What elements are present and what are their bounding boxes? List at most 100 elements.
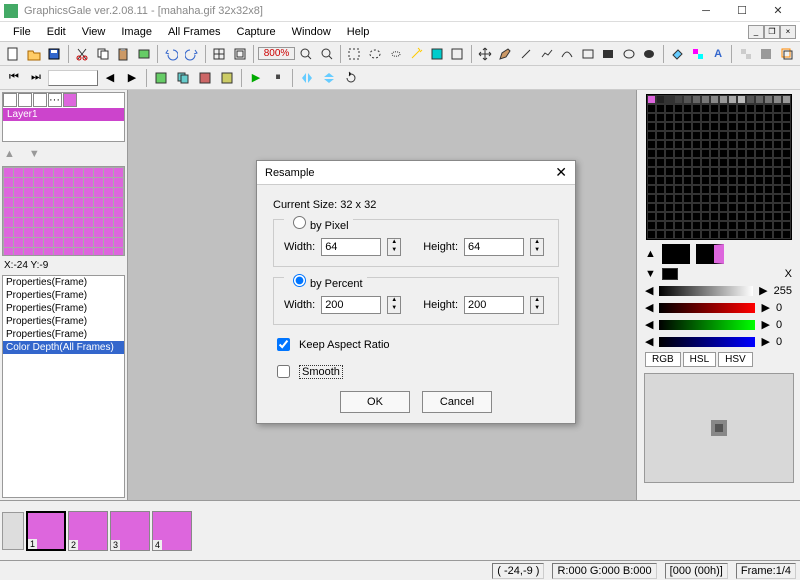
zoom-level[interactable]: 800% — [258, 47, 295, 60]
text-tool-icon[interactable]: A — [709, 44, 728, 64]
frame-thumb[interactable]: 2 — [68, 511, 108, 551]
frame-thumb[interactable]: 1 — [26, 511, 66, 551]
menu-edit[interactable]: Edit — [40, 24, 73, 40]
rotate-icon[interactable] — [341, 68, 361, 88]
import-image-icon[interactable] — [134, 44, 153, 64]
new-file-icon[interactable] — [4, 44, 23, 64]
next-page-icon[interactable]: ⏭ — [26, 68, 46, 88]
oval-tool-icon[interactable] — [620, 44, 639, 64]
palette[interactable] — [646, 94, 792, 240]
pixel-height-input[interactable] — [464, 238, 524, 256]
layer-link-icon[interactable] — [33, 93, 47, 107]
history-item[interactable]: Color Depth(All Frames) — [3, 341, 124, 354]
line-tool-icon[interactable] — [517, 44, 536, 64]
tab-hsl[interactable]: HSL — [683, 352, 716, 367]
rect-tool-icon[interactable] — [578, 44, 597, 64]
copy-icon[interactable] — [93, 44, 112, 64]
menu-allframes[interactable]: All Frames — [161, 24, 228, 40]
spline-icon[interactable] — [558, 44, 577, 64]
select-color-icon[interactable] — [427, 44, 446, 64]
mdi-restore-button[interactable]: ❐ — [764, 25, 780, 39]
color-replace-icon[interactable] — [688, 44, 707, 64]
layer-item[interactable]: Layer1 — [3, 108, 124, 121]
select-all-icon[interactable] — [448, 44, 467, 64]
green-slider[interactable] — [659, 320, 755, 330]
history-item[interactable]: Properties(Frame) — [3, 302, 124, 315]
mdi-close-button[interactable]: × — [780, 25, 796, 39]
menu-capture[interactable]: Capture — [230, 24, 283, 40]
blue-slider[interactable] — [659, 337, 755, 347]
snap-icon[interactable] — [231, 44, 250, 64]
by-pixel-radio[interactable] — [293, 216, 306, 229]
slider-left-icon[interactable]: ◀ — [645, 284, 653, 297]
slider-left-icon[interactable]: ◀ — [645, 318, 653, 331]
tab-rgb[interactable]: RGB — [645, 352, 681, 367]
coord-input[interactable] — [48, 70, 98, 86]
flip-h-icon[interactable] — [297, 68, 317, 88]
history-item[interactable]: Properties(Frame) — [3, 289, 124, 302]
layer-lock-icon[interactable] — [18, 93, 32, 107]
filled-rect-icon[interactable] — [599, 44, 618, 64]
frame-thumb[interactable]: 4 — [152, 511, 192, 551]
zoom-in-icon[interactable] — [297, 44, 316, 64]
red-slider[interactable] — [659, 303, 755, 313]
zoom-out-icon[interactable] — [318, 44, 337, 64]
bg-color-swatch[interactable] — [696, 244, 724, 264]
layer-vis-icon[interactable] — [3, 93, 17, 107]
select-lasso-icon[interactable] — [386, 44, 405, 64]
ok-button[interactable]: OK — [340, 391, 410, 413]
menu-file[interactable]: File — [6, 24, 38, 40]
save-file-icon[interactable] — [45, 44, 64, 64]
slider-right-icon[interactable]: ▶ — [761, 335, 769, 348]
arrow-up-icon[interactable]: ▲ — [645, 248, 656, 260]
slider-right-icon[interactable]: ▶ — [761, 301, 769, 314]
maximize-button[interactable]: ☐ — [724, 1, 760, 21]
slider-left-icon[interactable]: ◀ — [645, 335, 653, 348]
prev-page-icon[interactable]: ⏮ — [4, 68, 24, 88]
arrow-down-icon[interactable]: ▼ — [645, 268, 656, 280]
move-tool-icon[interactable] — [476, 44, 495, 64]
play-icon[interactable]: ▶ — [246, 68, 266, 88]
preview-minimap[interactable] — [2, 166, 125, 256]
menu-window[interactable]: Window — [285, 24, 338, 40]
add-frame-icon[interactable] — [151, 68, 171, 88]
cut-icon[interactable] — [73, 44, 92, 64]
timeline-icon[interactable] — [2, 512, 24, 550]
history-item[interactable]: Properties(Frame) — [3, 328, 124, 341]
layer-alpha-icon[interactable]: ··· — [48, 93, 62, 107]
redo-icon[interactable] — [182, 44, 201, 64]
layer-thumb-icon[interactable] — [63, 93, 77, 107]
by-percent-radio[interactable] — [293, 274, 306, 287]
next-frame-icon[interactable]: ▶ — [122, 68, 142, 88]
pause-icon[interactable]: ⏸ — [268, 68, 288, 88]
flip-v-icon[interactable] — [319, 68, 339, 88]
fg-color-swatch[interactable] — [662, 244, 690, 264]
slider-left-icon[interactable]: ◀ — [645, 301, 653, 314]
dialog-close-button[interactable]: ✕ — [555, 164, 567, 181]
frame-props-icon[interactable] — [217, 68, 237, 88]
history-item[interactable]: Properties(Frame) — [3, 315, 124, 328]
grid-icon[interactable] — [210, 44, 229, 64]
select-wand-icon[interactable] — [407, 44, 426, 64]
percent-height-input[interactable] — [464, 296, 524, 314]
cancel-button[interactable]: Cancel — [422, 391, 492, 413]
history-item[interactable]: Properties(Frame) — [3, 276, 124, 289]
small-swatch[interactable] — [662, 268, 678, 280]
tab-hsv[interactable]: HSV — [718, 352, 753, 367]
connected-line-icon[interactable] — [537, 44, 556, 64]
spin-buttons[interactable]: ▲▼ — [387, 296, 401, 314]
slider-right-icon[interactable]: ▶ — [759, 284, 767, 297]
pixel-width-input[interactable] — [321, 238, 381, 256]
mdi-minimize-button[interactable]: _ — [748, 25, 764, 39]
fill-tool-icon[interactable] — [668, 44, 687, 64]
filled-oval-icon[interactable] — [640, 44, 659, 64]
spin-buttons[interactable]: ▲▼ — [530, 238, 544, 256]
close-button[interactable]: ✕ — [760, 1, 796, 21]
prev-frame-icon[interactable]: ◀ — [100, 68, 120, 88]
delete-frame-icon[interactable] — [195, 68, 215, 88]
paste-icon[interactable] — [114, 44, 133, 64]
spin-buttons[interactable]: ▲▼ — [530, 296, 544, 314]
dup-frame-icon[interactable] — [173, 68, 193, 88]
pen-tool-icon[interactable] — [496, 44, 515, 64]
keep-aspect-checkbox[interactable] — [277, 338, 290, 351]
